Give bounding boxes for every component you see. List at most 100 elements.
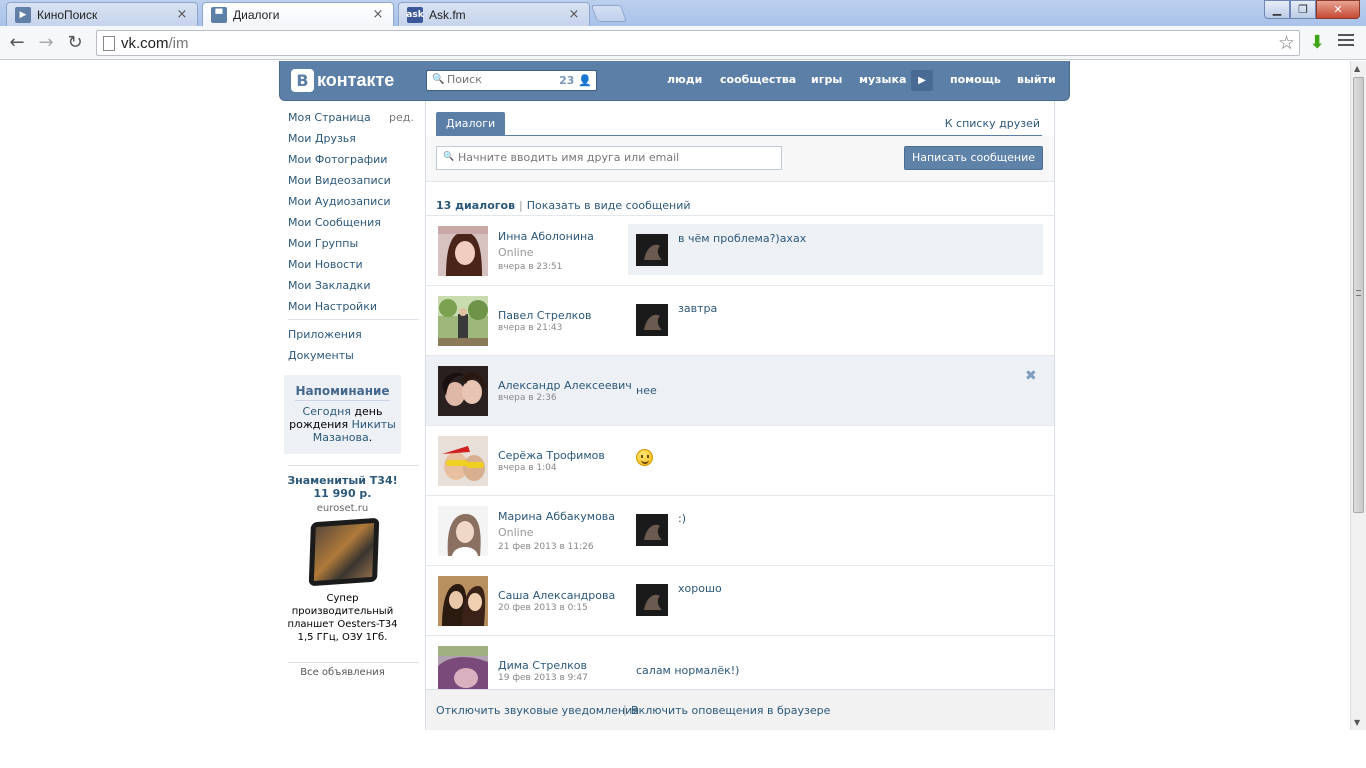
dialog-message-preview[interactable]: салам нормалёк!)	[628, 644, 1043, 695]
write-message-button[interactable]: Написать сообщение	[904, 146, 1043, 170]
dialog-name[interactable]: Марина Аббакумова	[498, 510, 615, 523]
birthday-reminder: Напоминание Сегодня день рождения Никиты…	[284, 375, 401, 454]
dialog-message-preview[interactable]: :)	[628, 504, 1043, 555]
play-icon[interactable]: ▶	[911, 70, 933, 91]
avatar[interactable]	[438, 576, 488, 626]
to-friends-link[interactable]: К списку друзей	[945, 117, 1040, 130]
tab-askfm[interactable]: ask Ask.fm ×	[398, 2, 590, 26]
ad-tablet-image[interactable]	[308, 517, 379, 587]
ad-description: Супер производительный планшет Oesters-T…	[287, 593, 398, 643]
window-close-icon[interactable]: ✕	[1316, 0, 1360, 19]
tab-kinopoisk[interactable]: ▶ КиноПоиск ×	[6, 2, 198, 26]
dialog-name[interactable]: Дима Стрелков	[498, 659, 587, 672]
avatar[interactable]	[438, 296, 488, 346]
scroll-down-arrow-icon[interactable]: ▼	[1354, 718, 1360, 727]
vk-logo[interactable]: В контакте	[291, 69, 394, 92]
menu-my-friends[interactable]: Мои Друзья	[288, 132, 356, 145]
dialogs-summary: 13 диалогов | Показать в виде сообщений	[436, 199, 691, 212]
dialog-row[interactable]: Инна Аболонина Online вчера в 23:51 в чё…	[426, 216, 1054, 286]
dialog-text: завтра	[678, 302, 718, 315]
nav-help[interactable]: помощь	[950, 73, 1001, 86]
menu-documents[interactable]: Документы	[288, 349, 354, 362]
menu-apps[interactable]: Приложения	[288, 328, 362, 341]
avatar[interactable]	[438, 436, 488, 486]
forward-arrow-icon[interactable]: →	[35, 32, 57, 54]
friend-search-input[interactable]	[458, 151, 778, 164]
header-search-input[interactable]	[447, 73, 557, 86]
nav-games[interactable]: игры	[811, 73, 842, 86]
disable-sound-link[interactable]: Отключить звуковые уведомления	[436, 704, 639, 717]
menu-my-news[interactable]: Мои Новости	[288, 258, 363, 271]
show-as-messages-link[interactable]: Показать в виде сообщений	[527, 199, 691, 212]
vk-logo-mark: В	[291, 69, 314, 92]
enable-browser-notifications-link[interactable]: Включить оповещения в браузере	[631, 704, 830, 717]
dialog-message-preview[interactable]	[628, 434, 1043, 485]
dialog-row[interactable]: Александр Алексеевич вчера в 2:36 нее ✖	[426, 356, 1054, 426]
footer-separator: |	[623, 703, 627, 716]
friend-search-field[interactable]: 🔍	[436, 146, 782, 170]
address-bar[interactable]: vk.com/im ☆	[96, 30, 1300, 56]
dialog-name[interactable]: Саша Александрова	[498, 589, 615, 602]
dialog-message-preview[interactable]: нее	[628, 364, 1043, 415]
menu-edit-link[interactable]: ред.	[389, 111, 414, 124]
close-icon[interactable]: ×	[175, 7, 189, 22]
new-tab-button[interactable]	[590, 5, 628, 22]
close-icon[interactable]: ×	[567, 7, 581, 22]
reminder-today-link[interactable]: Сегодня	[303, 405, 351, 418]
reload-icon[interactable]: ↻	[64, 32, 86, 54]
menu-my-videos[interactable]: Мои Видеозаписи	[288, 174, 391, 187]
online-count: 23 👤	[559, 74, 592, 87]
ad-title[interactable]: Знаменитый T34! 11 990 р.	[282, 474, 403, 500]
scroll-up-arrow-icon[interactable]: ▲	[1354, 64, 1360, 73]
menu-my-bookmarks[interactable]: Мои Закладки	[288, 279, 370, 292]
dialog-time: 20 фев 2013 в 0:15	[498, 603, 588, 613]
tab-dialogs-active[interactable]: Диалоги	[436, 112, 506, 136]
avatar[interactable]	[438, 226, 488, 276]
dialog-row[interactable]: Марина Аббакумова Online 21 фев 2013 в 1…	[426, 496, 1054, 566]
dialog-row[interactable]: Павел Стрелков вчера в 21:43 завтра	[426, 286, 1054, 356]
nav-music[interactable]: музыка	[859, 73, 906, 86]
online-status: Online	[498, 246, 534, 259]
tab-title: Ask.fm	[429, 7, 466, 22]
menu-my-audio[interactable]: Мои Аудиозаписи	[288, 195, 391, 208]
back-arrow-icon[interactable]: ←	[6, 32, 28, 54]
tab-dialogs[interactable]: ▀ Диалоги ×	[202, 2, 394, 26]
nav-people[interactable]: люди	[667, 73, 702, 86]
dialog-time: вчера в 23:51	[498, 262, 563, 272]
dialog-name[interactable]: Александр Алексеевич	[498, 379, 632, 392]
download-extension-icon[interactable]: ⬇	[1307, 32, 1327, 53]
avatar[interactable]	[438, 366, 488, 416]
menu-my-page[interactable]: Моя Страница	[288, 111, 371, 124]
dialog-name[interactable]: Павел Стрелков	[498, 309, 592, 322]
close-icon[interactable]: ×	[371, 7, 385, 22]
page-scrollbar[interactable]: ▲ ▼	[1350, 61, 1366, 730]
scrollbar-thumb[interactable]	[1353, 77, 1364, 513]
reminder-title: Напоминание	[295, 384, 390, 401]
menu-my-messages[interactable]: Мои Сообщения	[288, 216, 381, 229]
menu-my-groups[interactable]: Мои Группы	[288, 237, 358, 250]
bookmark-star-icon[interactable]: ☆	[1278, 32, 1295, 54]
restore-icon[interactable]: ❐	[1290, 0, 1316, 19]
menu-divider	[288, 662, 419, 663]
dialog-name[interactable]: Инна Аболонина	[498, 230, 594, 243]
all-ads-link[interactable]: Все объявления	[282, 667, 403, 678]
menu-my-settings[interactable]: Мои Настройки	[288, 300, 377, 313]
nav-communities[interactable]: сообщества	[720, 73, 796, 86]
dialog-row[interactable]: Серёжа Трофимов вчера в 1:04	[426, 426, 1054, 496]
dialog-text: в чём проблема?)ахах	[678, 232, 807, 245]
dialog-row[interactable]: Саша Александрова 20 фев 2013 в 0:15 хор…	[426, 566, 1054, 636]
ad-block[interactable]: Знаменитый T34! 11 990 р. euroset.ru Супе…	[282, 474, 403, 644]
header-search[interactable]: 🔍 23 👤	[426, 70, 597, 91]
browser-toolbar: ← → ↻ vk.com/im ☆ ⬇	[0, 26, 1366, 60]
minimize-icon[interactable]: ▁	[1264, 0, 1290, 19]
delete-dialog-icon[interactable]: ✖	[1025, 368, 1037, 384]
search-icon: 🔍	[443, 152, 455, 162]
dialog-message-preview[interactable]: завтра	[628, 294, 1043, 345]
menu-my-photos[interactable]: Мои Фотографии	[288, 153, 387, 166]
nav-logout[interactable]: выйти	[1017, 73, 1056, 86]
avatar[interactable]	[438, 506, 488, 556]
dialog-message-preview[interactable]: в чём проблема?)ахах	[628, 224, 1043, 275]
dialog-message-preview[interactable]: хорошо	[628, 574, 1043, 625]
browser-menu-icon[interactable]	[1338, 34, 1354, 48]
dialog-name[interactable]: Серёжа Трофимов	[498, 449, 605, 462]
